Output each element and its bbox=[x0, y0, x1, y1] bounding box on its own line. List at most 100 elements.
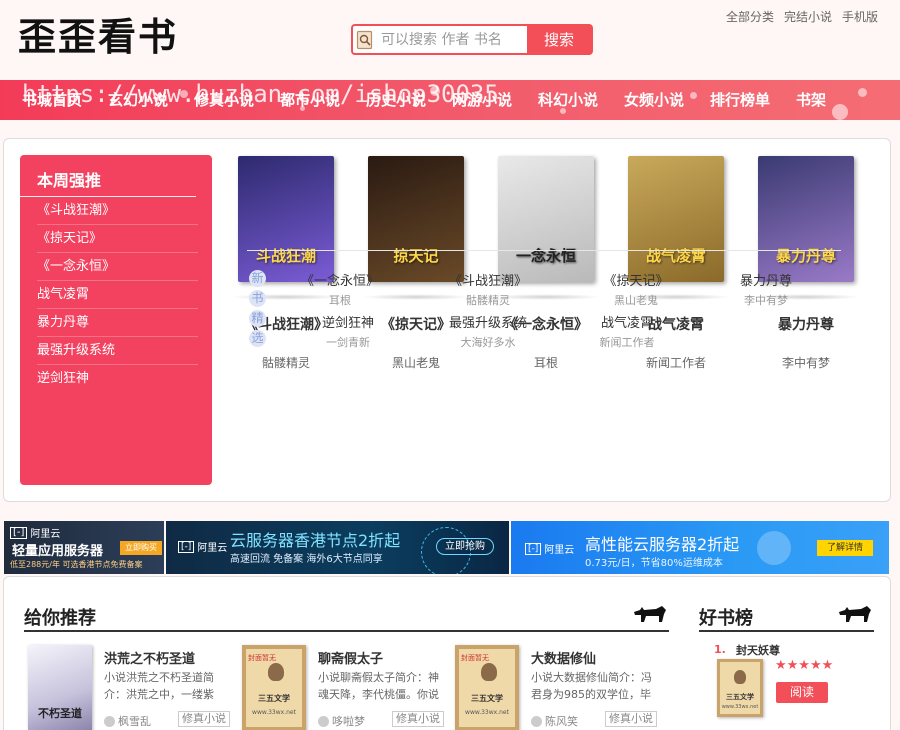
book-cover[interactable]: 战气凌霄 bbox=[628, 156, 724, 282]
pick-author[interactable]: 新闻工作者 bbox=[557, 334, 697, 350]
pick-author[interactable]: 大海好多水 bbox=[418, 334, 558, 350]
nav-item-scifi[interactable]: 科幻小说 bbox=[538, 80, 624, 120]
link-mobile-version[interactable]: 手机版 bbox=[842, 8, 878, 25]
weekly-item[interactable]: 《斗战狂潮》 bbox=[37, 197, 198, 225]
new-pick-item[interactable]: 暴力丹尊 李中有梦 bbox=[696, 270, 836, 308]
book-author[interactable]: 新闻工作者 bbox=[611, 354, 741, 371]
weekly-item[interactable]: 暴力丹尊 bbox=[37, 309, 198, 337]
book-cover[interactable]: 掠天记 bbox=[368, 156, 464, 282]
ad-banner-hk-server[interactable]: [-] 阿里云 云服务器香港节点2折起 高速回流 免备案 海外6大节点同享 立即… bbox=[166, 521, 509, 574]
nav-item-ranking[interactable]: 排行榜单 bbox=[710, 80, 796, 120]
pick-title[interactable]: 《一念永恒》 bbox=[270, 270, 410, 289]
rec-tag[interactable]: 修真小说 bbox=[605, 711, 657, 727]
header: 歪歪看书 搜索 全部分类 完结小说 手机版 bbox=[0, 0, 900, 80]
ad-buy-button[interactable]: 立即购买 bbox=[120, 541, 162, 555]
cover-art-text: 不朽圣道 bbox=[38, 707, 82, 720]
book-cover[interactable]: 斗战狂潮 bbox=[238, 156, 334, 282]
ad-sub: 高速回流 免备案 海外6大节点同享 bbox=[230, 554, 383, 565]
book-cover[interactable]: 暴力丹尊 bbox=[758, 156, 854, 282]
pick-title[interactable]: 逆剑狂神 bbox=[278, 312, 418, 331]
placeholder-small-text: 封面暂无 bbox=[461, 654, 489, 662]
new-pick-item[interactable]: 《斗战狂潮》 骷髅精灵 bbox=[418, 270, 558, 308]
nav-item-xianxia[interactable]: 修真小说 bbox=[194, 80, 280, 120]
book-author[interactable]: 骷髅精灵 bbox=[221, 354, 351, 371]
pick-title[interactable]: 最强升级系统 bbox=[418, 312, 558, 331]
weekly-recommend: 本周强推 《斗战狂潮》 《掠天记》 《一念永恒》 战气凌霄 暴力丹尊 最强升级系… bbox=[20, 155, 212, 485]
pick-title[interactable]: 暴力丹尊 bbox=[696, 270, 836, 289]
book-cover[interactable]: 不朽圣道 bbox=[28, 645, 92, 730]
pick-author[interactable]: 骷髅精灵 bbox=[418, 292, 558, 308]
pick-title[interactable]: 战气凌霄 bbox=[557, 312, 697, 331]
ad-headline: 高性能云服务器2折起 bbox=[585, 535, 740, 554]
cover-art-text: 战气凌霄 bbox=[645, 247, 706, 265]
placeholder-mascot-icon bbox=[268, 663, 284, 681]
rec-title[interactable]: 洪荒之不朽圣道 bbox=[104, 648, 195, 667]
rec-desc: 小说大数据修仙简介：冯君身为985的双学位，毕业就 bbox=[531, 671, 652, 701]
nav-item-fantasy[interactable]: 玄幻小说 bbox=[108, 80, 194, 120]
book-cover-placeholder[interactable]: 封面暂无 三五文学 www.33wx.net bbox=[455, 645, 519, 730]
pick-author[interactable]: 一剑青新 bbox=[278, 334, 418, 350]
server-graphic-icon bbox=[757, 531, 791, 565]
search-button[interactable]: 搜索 bbox=[527, 26, 591, 53]
nav-item-female[interactable]: 女频小说 bbox=[624, 80, 710, 120]
weekly-item[interactable]: 《一念永恒》 bbox=[37, 253, 198, 281]
book-author[interactable]: 耳根 bbox=[481, 354, 611, 371]
nav-item-game[interactable]: 网游小说 bbox=[452, 80, 538, 120]
link-finished-novels[interactable]: 完结小说 bbox=[784, 8, 832, 25]
nav-item-history[interactable]: 历史小说 bbox=[366, 80, 452, 120]
rec-tag[interactable]: 修真小说 bbox=[392, 711, 444, 727]
rec-author[interactable]: 陈风笑 bbox=[545, 713, 578, 729]
weekly-item[interactable]: 逆剑狂神 bbox=[37, 365, 198, 393]
book-author[interactable]: 李中有梦 bbox=[741, 354, 871, 371]
ad-learn-button[interactable]: 了解详情 bbox=[817, 540, 873, 556]
book-title[interactable]: 暴力丹尊 bbox=[741, 314, 871, 334]
book-cover[interactable]: 一念永恒 bbox=[498, 156, 594, 282]
recommend-item[interactable]: 封面暂无 三五文学 www.33wx.net 聊斋假太子 小说聊斋假太子简介：神… bbox=[242, 645, 447, 730]
new-picks-label: 新 书 精 选 bbox=[249, 270, 267, 350]
rank-book-title[interactable]: 封天妖尊 bbox=[736, 642, 780, 658]
new-pick-item[interactable]: 最强升级系统 大海好多水 bbox=[418, 312, 558, 350]
new-pick-item[interactable]: 《一念永恒》 耳根 bbox=[270, 270, 410, 308]
ad-banner-performance-server[interactable]: [-] 阿里云 高性能云服务器2折起 0.73元/日，节省80%运维成本 了解详… bbox=[511, 521, 889, 574]
pick-title[interactable]: 《掠天记》 bbox=[566, 270, 706, 289]
ad-banner-light-server[interactable]: [-] 阿里云 轻量应用服务器 立即购买 低至288元/年 可选香港节点免费备案 bbox=[4, 521, 164, 574]
recommend-item[interactable]: 封面暂无 三五文学 www.33wx.net 大数据修仙 小说大数据修仙简介：冯… bbox=[455, 645, 660, 730]
ox-icon bbox=[837, 604, 873, 628]
cover-art-text: 三五文学 bbox=[258, 694, 290, 703]
book-author[interactable]: 黑山老鬼 bbox=[351, 354, 481, 371]
new-pick-item[interactable]: 《掠天记》 黑山老鬼 bbox=[566, 270, 706, 308]
book-cover-placeholder[interactable]: 封面暂无 三五文学 www.33wx.net bbox=[242, 645, 306, 730]
main-nav: 书城首页 玄幻小说 修真小说 都市小说 历史小说 网游小说 科幻小说 女频小说 … bbox=[0, 80, 900, 120]
new-pick-item[interactable]: 战气凌霄 新闻工作者 bbox=[557, 312, 697, 350]
recommend-item[interactable]: 不朽圣道 洪荒之不朽圣道 小说洪荒之不朽圣道简介：洪荒之中，一缕紫光，化形 枫雪… bbox=[28, 645, 233, 730]
pick-author[interactable]: 李中有梦 bbox=[696, 292, 836, 308]
featured-book[interactable]: 暴力丹尊 暴力丹尊 李中有梦 bbox=[741, 153, 871, 371]
ad-brand: [-] 阿里云 bbox=[178, 539, 227, 554]
ad-grab-button[interactable]: 立即抢购 bbox=[436, 538, 494, 555]
nav-item-urban[interactable]: 都市小说 bbox=[280, 80, 366, 120]
placeholder-mascot-icon bbox=[481, 663, 497, 681]
nav-item-home[interactable]: 书城首页 bbox=[22, 80, 108, 120]
link-all-categories[interactable]: 全部分类 bbox=[726, 8, 774, 25]
rec-title[interactable]: 大数据修仙 bbox=[531, 648, 596, 667]
user-icon bbox=[531, 715, 542, 727]
weekly-item[interactable]: 最强升级系统 bbox=[37, 337, 198, 365]
site-logo[interactable]: 歪歪看书 bbox=[18, 6, 178, 61]
pick-author[interactable]: 耳根 bbox=[270, 292, 410, 308]
new-pick-item[interactable]: 逆剑狂神 一剑青新 bbox=[278, 312, 418, 350]
weekly-item[interactable]: 战气凌霄 bbox=[37, 281, 198, 309]
pick-author[interactable]: 黑山老鬼 bbox=[566, 292, 706, 308]
ad-brand: [-] 阿里云 bbox=[10, 525, 60, 540]
search-book-icon bbox=[353, 26, 377, 53]
weekly-item[interactable]: 《掠天记》 bbox=[37, 225, 198, 253]
rec-tag[interactable]: 修真小说 bbox=[178, 711, 230, 727]
read-button[interactable]: 阅读 bbox=[776, 682, 828, 703]
rec-author[interactable]: 枫雪乱 bbox=[118, 713, 151, 729]
search-input[interactable] bbox=[377, 26, 527, 53]
rec-desc: 小说洪荒之不朽圣道简介：洪荒之中，一缕紫光，化形 bbox=[104, 671, 214, 701]
nav-item-bookshelf[interactable]: 书架 bbox=[796, 80, 882, 120]
rec-author[interactable]: 哆啦梦 bbox=[332, 713, 365, 729]
book-cover-placeholder[interactable]: 三五文学 www.33wx.net bbox=[717, 659, 763, 717]
pick-title[interactable]: 《斗战狂潮》 bbox=[418, 270, 558, 289]
rec-title[interactable]: 聊斋假太子 bbox=[318, 648, 383, 667]
